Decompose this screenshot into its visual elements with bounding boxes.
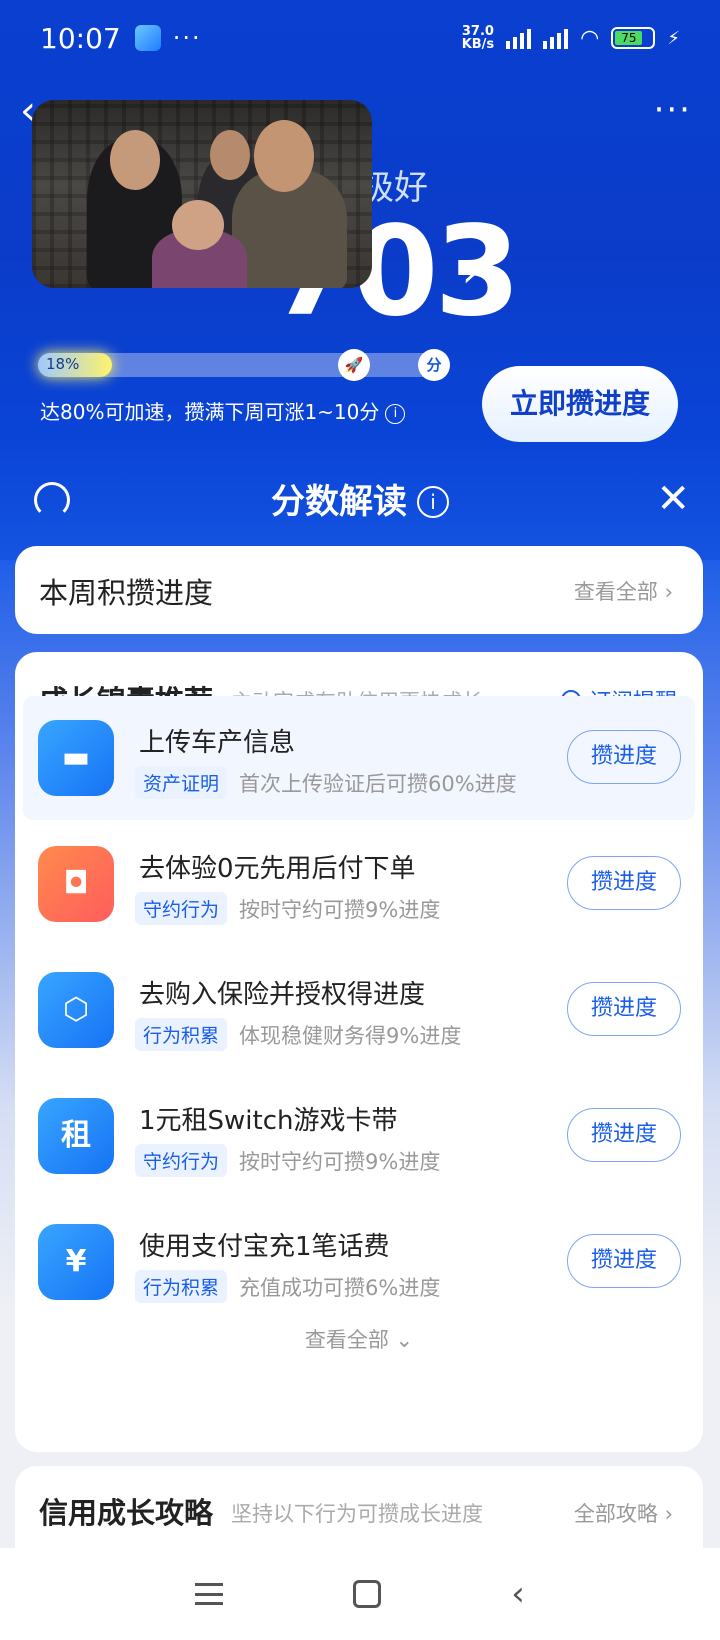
card-title: 本周积攒进度 xyxy=(39,576,214,610)
sheet-title: 分数解读 i xyxy=(0,474,720,523)
growth-tips-card: 成长锦囊推荐 主动完成有助信用更快成长 订阅提醒 ▬ 上传车产信息 资产证明 首… xyxy=(15,652,703,1452)
task-name: 去体验0元先用后付下单 xyxy=(139,854,416,884)
app-notification-icon xyxy=(134,25,161,51)
info-icon[interactable]: i xyxy=(417,486,449,518)
task-item[interactable]: ¥ 使用支付宝充1笔话费 行为积累 充值成功可攒6%进度 攒进度 xyxy=(23,1200,695,1324)
task-button[interactable]: 攒进度 xyxy=(567,982,681,1036)
card-subtitle: 坚持以下行为可攒成长进度 xyxy=(231,1502,483,1526)
progress-bar: 18% 🚀 分 xyxy=(38,349,450,381)
sheet-header: 分数解读 i ✕ xyxy=(0,462,720,538)
task-desc: 按时守约可攒9%进度 xyxy=(239,1150,441,1174)
home-icon[interactable] xyxy=(353,1580,382,1608)
task-item[interactable]: 租 1元租Switch游戏卡带 守约行为 按时守约可攒9%进度 攒进度 xyxy=(23,1074,695,1198)
floating-video-player[interactable] xyxy=(32,100,372,288)
card-title: 信用成长攻略 xyxy=(39,1496,214,1530)
back-nav-icon[interactable]: ‹ xyxy=(511,1574,525,1614)
task-button[interactable]: 攒进度 xyxy=(567,856,681,910)
cell-signal-2-icon xyxy=(543,27,569,49)
task-button[interactable]: 攒进度 xyxy=(567,1234,681,1288)
task-tag: 守约行为 xyxy=(135,892,228,925)
video-figure xyxy=(210,130,250,180)
clock: 10:07 xyxy=(40,21,121,55)
info-icon[interactable]: i xyxy=(385,404,406,424)
rent-icon: 租 xyxy=(38,1098,114,1174)
more-options-icon[interactable]: ··· xyxy=(654,90,692,130)
accelerate-note-text: 达80%可加速，攒满下周可涨1~10分 xyxy=(40,400,380,424)
weekly-progress-card[interactable]: 本周积攒进度 查看全部 › xyxy=(15,546,703,634)
task-tag: 资产证明 xyxy=(135,766,228,799)
recent-apps-icon[interactable] xyxy=(195,1583,224,1605)
task-name: 1元租Switch游戏卡带 xyxy=(139,1106,398,1136)
video-figure xyxy=(110,130,160,190)
task-name: 上传车产信息 xyxy=(139,728,296,758)
status-bar: 10:07 ··· 37.0 KB/s ◠ 75 ⚡ xyxy=(0,0,720,76)
task-name: 去购入保险并授权得进度 xyxy=(139,980,426,1010)
task-button[interactable]: 攒进度 xyxy=(567,1108,681,1162)
progress-percent: 18% xyxy=(46,355,80,373)
task-item[interactable]: ⬡ 去购入保险并授权得进度 行为积累 体现稳健财务得9%进度 攒进度 xyxy=(23,948,695,1072)
chevron-right-icon[interactable]: › xyxy=(462,250,478,296)
cell-signal-icon xyxy=(506,27,532,49)
view-all-tasks-link[interactable]: 查看全部 ⌄ xyxy=(15,1324,703,1354)
score-node-icon: 分 xyxy=(418,349,450,381)
close-icon[interactable]: ✕ xyxy=(656,476,690,522)
charging-icon: ⚡ xyxy=(667,27,680,49)
task-tag: 行为积累 xyxy=(135,1018,228,1051)
task-item[interactable]: ▬ 上传车产信息 资产证明 首次上传验证后可攒60%进度 攒进度 xyxy=(23,696,695,820)
task-desc: 首次上传验证后可攒60%进度 xyxy=(239,772,517,796)
video-figure xyxy=(254,120,314,192)
task-tag: 行为积累 xyxy=(135,1270,228,1303)
system-nav-bar: ‹ xyxy=(0,1548,720,1640)
phone-bill-icon: ¥ xyxy=(38,1224,114,1300)
task-button[interactable]: 攒进度 xyxy=(567,730,681,784)
task-desc: 体现稳健财务得9%进度 xyxy=(239,1024,462,1048)
rocket-icon: 🚀 xyxy=(338,349,370,381)
more-notifications-icon: ··· xyxy=(172,24,202,52)
sheet-title-text: 分数解读 xyxy=(271,482,407,522)
car-icon: ▬ xyxy=(38,720,114,796)
wifi-icon: ◠ xyxy=(580,25,600,51)
view-all-link[interactable]: 查看全部 › xyxy=(574,576,673,606)
accumulate-progress-button[interactable]: 立即攒进度 xyxy=(482,366,678,442)
task-desc: 充值成功可攒6%进度 xyxy=(239,1276,441,1300)
task-tag: 守约行为 xyxy=(135,1144,228,1177)
task-item[interactable]: ◘ 去体验0元先用后付下单 守约行为 按时守约可攒9%进度 攒进度 xyxy=(23,822,695,946)
task-desc: 按时守约可攒9%进度 xyxy=(239,898,441,922)
video-figure xyxy=(172,200,224,250)
all-strategies-link[interactable]: 全部攻略 › xyxy=(574,1498,673,1528)
accelerate-note: 达80%可加速，攒满下周可涨1~10分 i xyxy=(40,396,406,425)
bag-icon: ◘ xyxy=(38,846,114,922)
task-name: 使用支付宝充1笔话费 xyxy=(139,1232,390,1262)
shield-icon: ⬡ xyxy=(38,972,114,1048)
battery-icon: 75 xyxy=(611,27,656,49)
net-speed: 37.0 KB/s xyxy=(461,24,495,52)
